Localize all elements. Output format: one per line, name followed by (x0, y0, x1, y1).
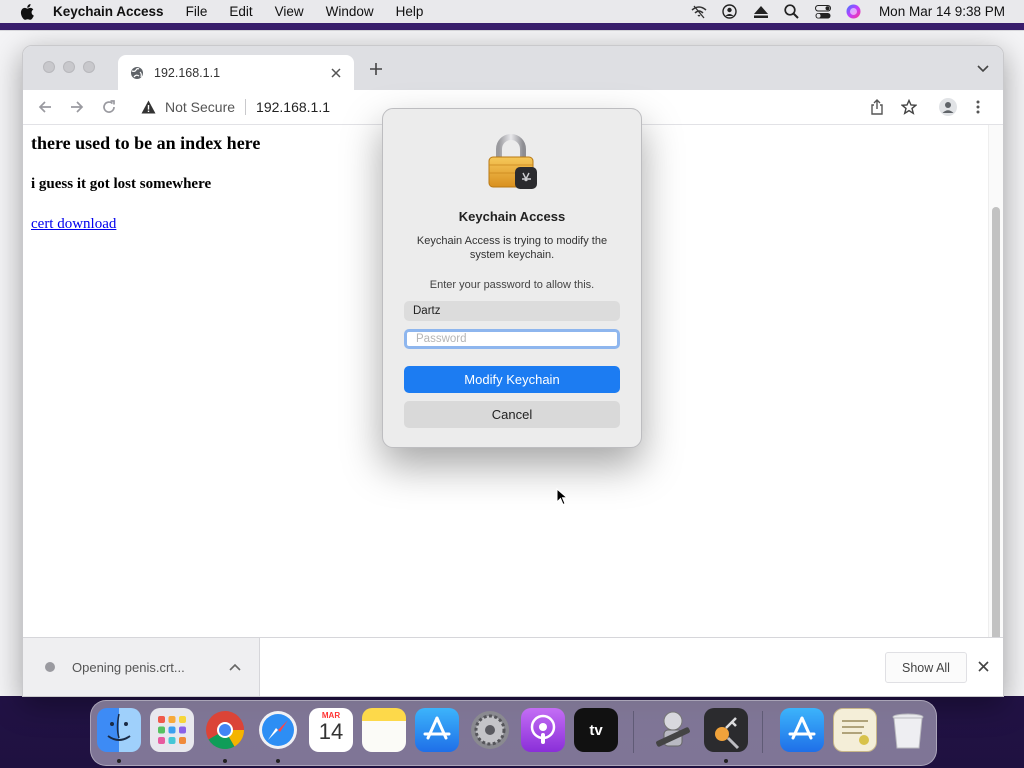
wifi-off-icon[interactable] (691, 5, 707, 19)
page-scrollbar[interactable] (988, 125, 1003, 685)
user-icon[interactable] (722, 4, 738, 19)
dock-calendar-icon[interactable]: MAR 14 (309, 708, 353, 752)
modify-keychain-button[interactable]: Modify Keychain (404, 366, 620, 393)
minimize-window-button[interactable] (63, 61, 75, 73)
address-divider (245, 99, 247, 115)
page-subheading: i guess it got lost somewhere (31, 176, 212, 192)
dock-tv-icon[interactable]: tv (574, 708, 618, 752)
close-tab-icon[interactable] (330, 67, 342, 79)
scrollbar-thumb[interactable] (992, 207, 1000, 685)
eject-icon[interactable] (753, 5, 769, 19)
cancel-button[interactable]: Cancel (404, 401, 620, 428)
dock-finder-icon[interactable] (97, 708, 141, 752)
dock-keychain-access-icon[interactable] (704, 708, 748, 752)
menu-clock[interactable]: Mon Mar 14 9:38 PM (879, 4, 1005, 19)
globe-icon (131, 66, 143, 79)
security-label[interactable]: Not Secure (165, 99, 235, 115)
dialog-message: Keychain Access is trying to modify the … (416, 235, 608, 261)
forward-icon[interactable] (69, 99, 85, 115)
zoom-window-button[interactable] (83, 61, 95, 73)
bookmark-star-icon[interactable] (901, 99, 917, 115)
siri-icon[interactable] (846, 4, 862, 19)
dock-running-indicator (117, 759, 121, 763)
window-controls (43, 61, 95, 73)
menu-view[interactable]: View (275, 4, 304, 19)
profile-avatar-icon[interactable] (939, 98, 957, 116)
menu-edit[interactable]: Edit (229, 4, 252, 19)
dock-automator-icon[interactable] (651, 708, 695, 752)
download-item[interactable]: Opening penis.crt... (23, 638, 260, 696)
dock-separator (633, 711, 634, 753)
dock-running-indicator (724, 759, 728, 763)
lock-icon (488, 134, 537, 189)
download-status: Opening penis.crt... (72, 659, 185, 675)
mouse-cursor-icon (556, 488, 568, 506)
dock-running-indicator (223, 759, 227, 763)
dock: MAR 14 tv (90, 700, 937, 766)
dock-chrome-icon[interactable] (203, 708, 247, 752)
close-download-bar-icon[interactable] (978, 661, 989, 672)
tv-label: tv (589, 721, 603, 739)
control-center-icon[interactable] (814, 4, 831, 19)
tab-title: 192.168.1.1 (154, 65, 221, 80)
dialog-prompt: Enter your password to allow this. (429, 279, 595, 291)
tab-active[interactable]: 192.168.1.1 (118, 55, 354, 90)
dock-launchpad-icon[interactable] (150, 708, 194, 752)
download-bar: Opening penis.crt... Show All (23, 637, 1003, 696)
download-progress-icon (45, 662, 55, 672)
reload-icon[interactable] (101, 99, 117, 115)
username-field[interactable] (404, 301, 620, 321)
dock-system-preferences-icon[interactable] (468, 708, 512, 752)
dialog-title: Keychain Access (458, 209, 566, 224)
dock-certificate-icon[interactable] (833, 708, 877, 752)
more-menu-icon[interactable] (975, 99, 981, 115)
share-icon[interactable] (869, 99, 885, 115)
tab-search-chevron-icon[interactable] (977, 65, 989, 73)
menu-help[interactable]: Help (396, 4, 424, 19)
warning-icon[interactable] (141, 100, 156, 114)
apple-menu-icon[interactable] (20, 3, 34, 20)
dock-downloads-icon[interactable] (780, 708, 824, 752)
spotlight-icon[interactable] (784, 4, 800, 19)
page-heading: there used to be an index here (31, 133, 261, 153)
dock-notes-icon[interactable] (362, 708, 406, 752)
back-icon[interactable] (37, 99, 53, 115)
menu-app-name[interactable]: Keychain Access (53, 4, 164, 19)
cert-download-link[interactable]: cert download (31, 216, 116, 233)
close-window-button[interactable] (43, 61, 55, 73)
dock-podcasts-icon[interactable] (521, 708, 565, 752)
chevron-up-icon[interactable] (229, 663, 241, 671)
url-text[interactable]: 192.168.1.1 (256, 99, 330, 115)
dock-trash-icon[interactable] (886, 708, 930, 752)
keychain-auth-dialog: Keychain Access Keychain Access is tryin… (382, 108, 642, 448)
calendar-day: 14 (318, 719, 344, 744)
password-field[interactable] (404, 329, 620, 349)
menu-window[interactable]: Window (326, 4, 374, 19)
tab-strip: 192.168.1.1 (23, 46, 1003, 90)
dock-safari-icon[interactable] (256, 708, 300, 752)
dock-running-indicator (276, 759, 280, 763)
dock-separator (762, 711, 763, 753)
menu-file[interactable]: File (186, 4, 208, 19)
menu-bar: Keychain Access File Edit View Window He… (0, 0, 1024, 23)
dock-app-store-icon[interactable] (415, 708, 459, 752)
new-tab-icon[interactable] (369, 62, 383, 76)
show-all-button[interactable]: Show All (885, 652, 967, 683)
